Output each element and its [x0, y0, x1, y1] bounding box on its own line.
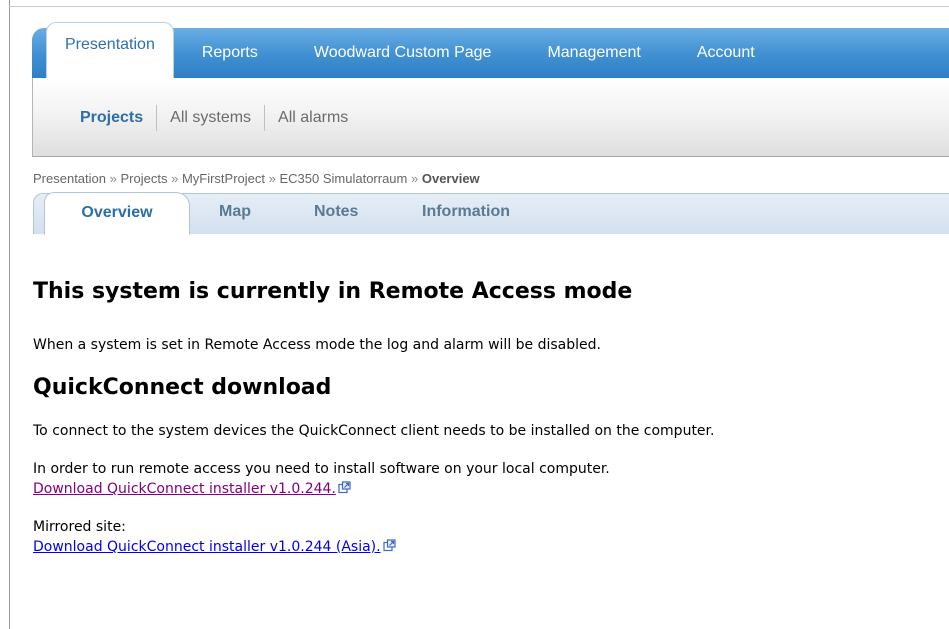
download-installer-asia-link[interactable]: Download QuickConnect installer v1.0.244… — [33, 539, 381, 555]
install-instructions: In order to run remote access you need t… — [33, 461, 610, 477]
window-frame-left — [9, 0, 10, 629]
sub-nav-all-alarms[interactable]: All alarms — [265, 109, 361, 127]
breadcrumb-ec350-simulatorraum[interactable]: EC350 Simulatorraum — [279, 171, 407, 186]
tab-notes[interactable]: Notes — [314, 194, 358, 234]
main-nav: Presentation Reports Woodward Custom Pag… — [32, 22, 949, 78]
breadcrumb-myfirstproject[interactable]: MyFirstProject — [182, 171, 265, 186]
breadcrumb-projects[interactable]: Projects — [120, 171, 167, 186]
download-installer-link[interactable]: Download QuickConnect installer v1.0.244… — [33, 481, 336, 497]
breadcrumb-current: Overview — [421, 171, 480, 186]
quickconnect-heading: QuickConnect download — [33, 375, 332, 400]
breadcrumb-separator: » — [411, 171, 419, 186]
sub-nav-projects[interactable]: Projects — [80, 109, 156, 127]
sub-nav: Projects All systems All alarms — [32, 78, 949, 157]
tab-information[interactable]: Information — [422, 194, 510, 234]
breadcrumb-separator: » — [109, 171, 117, 186]
mirror-label: Mirrored site: — [33, 519, 126, 535]
tab-map[interactable]: Map — [219, 194, 251, 234]
tab-overview[interactable]: Overview — [44, 192, 190, 235]
window-frame-top — [9, 6, 949, 7]
main-nav-tabs: Presentation Reports Woodward Custom Pag… — [46, 22, 783, 78]
external-link-icon[interactable] — [382, 537, 396, 556]
mirror-download-row: Download QuickConnect installer v1.0.244… — [33, 536, 943, 556]
page-tabs: Overview Map Notes Information — [33, 192, 949, 235]
breadcrumb-separator: » — [171, 171, 179, 186]
main-content: This system is currently in Remote Acces… — [33, 278, 943, 556]
main-tab-account[interactable]: Account — [669, 28, 783, 78]
sub-nav-items: Projects All systems All alarms — [80, 105, 361, 131]
quickconnect-text: To connect to the system devices the Qui… — [33, 423, 715, 439]
main-tab-management[interactable]: Management — [519, 28, 668, 78]
sub-nav-all-systems[interactable]: All systems — [157, 109, 264, 127]
remote-access-heading: This system is currently in Remote Acces… — [33, 279, 633, 304]
main-tab-reports[interactable]: Reports — [174, 28, 286, 78]
remote-access-text: When a system is set in Remote Access mo… — [33, 337, 601, 353]
main-tab-presentation[interactable]: Presentation — [46, 22, 174, 78]
main-tab-woodward-custom-page[interactable]: Woodward Custom Page — [286, 28, 520, 78]
breadcrumb-presentation[interactable]: Presentation — [33, 171, 106, 186]
breadcrumb: Presentation » Projects » MyFirstProject… — [33, 171, 480, 186]
breadcrumb-separator: » — [268, 171, 276, 186]
external-link-icon[interactable] — [338, 479, 351, 498]
download-row: Download QuickConnect installer v1.0.244… — [33, 478, 943, 498]
